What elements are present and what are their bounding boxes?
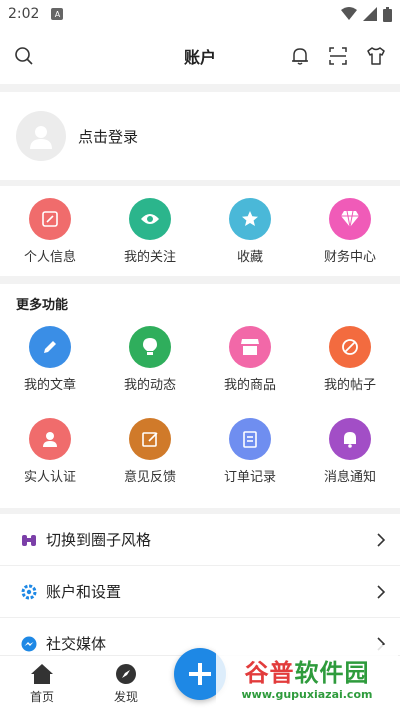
watermark-text-b: 软件园 [294, 659, 370, 687]
pencil-icon [29, 325, 71, 368]
feature-my-articles[interactable]: 我的文章 [0, 313, 100, 405]
quick-item-label: 个人信息 [23, 249, 76, 265]
quick-item-follow[interactable]: 我的关注 [100, 186, 200, 276]
feature-real-name[interactable]: 实人认证 [0, 405, 100, 497]
tag-icon [329, 325, 371, 368]
feature-label: 我的文章 [23, 377, 76, 393]
feature-label: 我的商品 [223, 377, 276, 393]
feature-my-posts[interactable]: 我的帖子 [300, 313, 400, 405]
login-card[interactable]: 点击登录 [0, 92, 400, 180]
edit-icon [29, 197, 71, 240]
bell-icon [329, 417, 371, 460]
messenger-icon [20, 635, 38, 653]
bottom-nav: 首页 发现 谷普软件园 www.gupuxiazai.com [0, 645, 400, 711]
quick-item-finance[interactable]: 财务中心 [300, 186, 400, 276]
compass-icon [116, 663, 136, 684]
feature-my-products[interactable]: 我的商品 [200, 313, 300, 405]
binoculars-icon [20, 531, 38, 549]
scan-icon[interactable] [324, 42, 352, 70]
chevron-right-icon [377, 584, 386, 599]
battery-icon [383, 6, 392, 22]
wifi-icon [341, 7, 357, 20]
tab-discover[interactable]: 发现 [84, 663, 168, 705]
plus-icon [189, 663, 211, 685]
feature-orders[interactable]: 订单记录 [200, 405, 300, 497]
tab-label: 发现 [113, 689, 138, 704]
list-item-account-settings[interactable]: 账户和设置 [0, 566, 400, 618]
chevron-right-icon [377, 532, 386, 547]
feature-notifications[interactable]: 消息通知 [300, 405, 400, 497]
section-title: 更多功能 [16, 298, 69, 313]
quick-item-favorites[interactable]: 收藏 [200, 186, 300, 276]
quick-item-label: 收藏 [236, 249, 263, 265]
feature-label: 消息通知 [323, 469, 376, 485]
watermark-text-a: 谷普 [244, 659, 295, 687]
tab-home[interactable]: 首页 [0, 663, 84, 705]
feature-label: 我的帖子 [323, 377, 376, 393]
status-bar: 2:02 A [0, 0, 400, 28]
tshirt-icon[interactable] [362, 42, 390, 70]
feature-label: 订单记录 [223, 469, 276, 485]
user-placeholder-icon [30, 126, 52, 149]
home-icon [31, 663, 53, 684]
quick-item-label: 财务中心 [323, 249, 376, 265]
store-icon [229, 325, 271, 368]
quick-item-profile[interactable]: 个人信息 [0, 186, 100, 276]
list-item-label: 社交媒体 [46, 635, 107, 653]
app-badge-icon: A [51, 8, 64, 20]
feature-label: 我的动态 [123, 377, 176, 393]
title-bar: 账户 [0, 28, 400, 84]
list-item-label: 切换到圈子风格 [46, 531, 152, 549]
quick-item-label: 我的关注 [123, 249, 176, 265]
search-icon[interactable] [10, 42, 38, 70]
login-label: 点击登录 [78, 127, 139, 146]
user-id-icon [29, 417, 71, 460]
avatar [16, 111, 66, 161]
bulb-icon [129, 325, 171, 368]
watermark-logo: 谷普软件园 www.gupuxiazai.com [216, 645, 398, 709]
list-item-switch-style[interactable]: 切换到圈子风格 [0, 514, 400, 566]
star-icon [229, 197, 271, 240]
list-item-label: 账户和设置 [46, 583, 122, 601]
more-features: 更多功能 我的文章 我的动态 我的商品 我的帖子 实人认证 意见反馈 订单记录 … [0, 284, 400, 508]
status-time: 2:02 [8, 6, 40, 22]
feature-label: 意见反馈 [123, 469, 176, 485]
diamond-icon [329, 197, 371, 240]
clipboard-icon [229, 417, 271, 460]
watermark-url: www.gupuxiazai.com [241, 688, 373, 701]
signal-icon [363, 7, 377, 21]
tab-label: 首页 [29, 689, 54, 704]
feature-feedback[interactable]: 意见反馈 [100, 405, 200, 497]
feature-my-moments[interactable]: 我的动态 [100, 313, 200, 405]
eye-icon [129, 197, 171, 240]
bell-icon[interactable] [286, 42, 314, 70]
feature-label: 实人认证 [23, 469, 76, 485]
gear-icon [20, 583, 38, 601]
feedback-icon [129, 417, 171, 460]
quick-actions: 个人信息 我的关注 收藏 财务中心 [0, 186, 400, 276]
